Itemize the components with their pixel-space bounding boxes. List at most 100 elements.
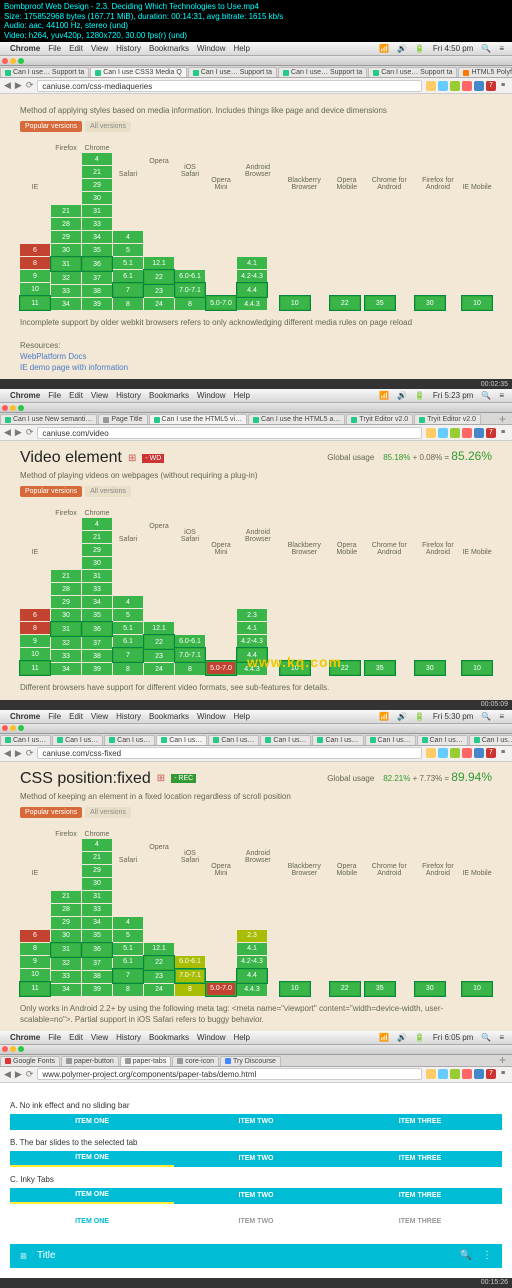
version-cell[interactable]: 6 [20, 244, 50, 256]
ext-icon[interactable] [426, 81, 436, 91]
hamburger-icon[interactable]: ≡ [498, 81, 508, 91]
clock[interactable]: Fri 5:30 pm [433, 712, 473, 721]
browser-tab[interactable]: Can I us… [0, 735, 51, 745]
url-input[interactable]: www.polymer-project.org/components/paper… [37, 1068, 422, 1080]
version-cell[interactable]: 4.4 [237, 648, 267, 662]
app-name[interactable]: Chrome [10, 712, 40, 721]
forward-icon[interactable]: ▶ [15, 748, 22, 759]
version-cell[interactable]: 38 [82, 971, 112, 983]
version-cell[interactable]: 4.1 [237, 622, 267, 634]
version-cell[interactable]: 11 [20, 982, 50, 996]
reload-icon[interactable]: ⟳ [26, 1069, 34, 1080]
version-cell[interactable]: 31 [82, 891, 112, 903]
version-cell[interactable]: 21 [82, 852, 112, 864]
browser-tab[interactable]: Can I us… [208, 735, 259, 745]
version-cell[interactable]: 8 [20, 622, 50, 634]
version-cell[interactable]: 24 [144, 298, 174, 310]
all-versions-button[interactable]: All versions [85, 121, 131, 132]
version-cell[interactable]: 5 [113, 930, 143, 942]
version-cell[interactable]: 10 [462, 296, 492, 310]
version-cell[interactable]: 7 [113, 969, 143, 983]
version-cell[interactable]: 22 [144, 956, 174, 970]
version-cell[interactable]: 31 [82, 570, 112, 582]
resource-link[interactable]: IE demo page with information [20, 362, 492, 373]
forward-icon[interactable]: ▶ [15, 1069, 22, 1080]
version-cell[interactable]: 6.0-6.1 [175, 635, 205, 647]
version-cell[interactable]: 30 [51, 244, 81, 256]
version-cell[interactable]: 4 [82, 518, 112, 530]
version-cell[interactable]: 4 [113, 917, 143, 929]
version-cell[interactable]: 29 [82, 865, 112, 877]
version-cell[interactable]: 32 [51, 272, 81, 284]
version-cell[interactable]: 35 [82, 244, 112, 256]
version-cell[interactable]: 12.1 [144, 257, 174, 269]
version-cell[interactable]: 38 [82, 285, 112, 297]
paper-tab[interactable]: ITEM TWO [174, 1214, 338, 1230]
version-cell[interactable]: 24 [144, 663, 174, 675]
resource-link[interactable]: WebPlatform Docs [20, 351, 492, 362]
all-versions-button[interactable]: All versions [85, 486, 131, 497]
version-cell[interactable]: 22 [144, 635, 174, 649]
version-cell[interactable]: 10 [462, 661, 492, 675]
browser-tab[interactable]: Tryit Editor v2.0 [414, 414, 481, 424]
version-cell[interactable]: 28 [51, 218, 81, 230]
version-cell[interactable]: 34 [51, 663, 81, 675]
version-cell[interactable]: 30 [415, 296, 445, 310]
version-cell[interactable]: 4.4.3 [237, 298, 267, 310]
version-cell[interactable]: 22 [330, 296, 360, 310]
link-icon[interactable]: ⊞ [157, 773, 165, 784]
version-cell[interactable]: 8 [20, 943, 50, 955]
version-cell[interactable]: 5 [113, 609, 143, 621]
version-cell[interactable]: 9 [20, 270, 50, 282]
new-tab-button[interactable]: + [493, 413, 512, 425]
version-cell[interactable]: 36 [82, 943, 112, 957]
browser-tab[interactable]: Can I us… [365, 735, 416, 745]
browser-tab[interactable]: Google Fonts [0, 1056, 60, 1066]
reload-icon[interactable]: ⟳ [26, 748, 34, 759]
forward-icon[interactable]: ▶ [15, 80, 22, 91]
version-cell[interactable]: 35 [82, 609, 112, 621]
app-name[interactable]: Chrome [10, 391, 40, 400]
app-name[interactable]: Chrome [10, 44, 40, 53]
paper-tab[interactable]: ITEM THREE [338, 1114, 502, 1130]
menu-view[interactable]: View [91, 44, 108, 53]
version-cell[interactable]: 12.1 [144, 943, 174, 955]
version-cell[interactable]: 4 [113, 231, 143, 243]
clock[interactable]: Fri 5:23 pm [433, 391, 473, 400]
url-input[interactable]: caniuse.com/video [37, 427, 422, 439]
version-cell[interactable]: 30 [51, 609, 81, 621]
version-cell[interactable]: 33 [82, 583, 112, 595]
browser-tab[interactable]: Page Title [98, 414, 147, 424]
version-cell[interactable]: 30 [82, 192, 112, 204]
wifi-icon[interactable]: 📶 [379, 44, 389, 53]
version-cell[interactable]: 4 [82, 153, 112, 165]
version-cell[interactable]: 30 [82, 557, 112, 569]
version-cell[interactable]: 4.1 [237, 943, 267, 955]
version-cell[interactable]: 35 [365, 982, 395, 996]
version-cell[interactable]: 39 [82, 984, 112, 996]
browser-tab[interactable]: Can I us… [417, 735, 468, 745]
version-cell[interactable]: 5.1 [113, 257, 143, 269]
version-cell[interactable]: 7.0-7.1 [175, 283, 205, 297]
version-cell[interactable]: 5.1 [113, 943, 143, 955]
new-tab-button[interactable]: + [493, 1055, 512, 1067]
browser-tab[interactable]: Can I us… [104, 735, 155, 745]
version-cell[interactable]: 34 [51, 298, 81, 310]
version-cell[interactable]: 8 [20, 257, 50, 269]
paper-tab[interactable]: ITEM TWO [174, 1188, 338, 1204]
browser-tab[interactable]: Tryit Editor v2.0 [346, 414, 413, 424]
version-cell[interactable]: 35 [365, 296, 395, 310]
version-cell[interactable]: 21 [82, 166, 112, 178]
version-cell[interactable]: 23 [144, 650, 174, 662]
forward-icon[interactable]: ▶ [15, 427, 22, 438]
back-icon[interactable]: ◀ [4, 1069, 11, 1080]
version-cell[interactable]: 11 [20, 296, 50, 310]
search-icon[interactable]: 🔍 [460, 1250, 472, 1261]
version-cell[interactable]: 24 [144, 984, 174, 996]
browser-tab[interactable]: paper-tabs [120, 1056, 171, 1066]
browser-tab[interactable]: Can I use New semanti… [0, 414, 97, 424]
menu-window[interactable]: Window [197, 391, 225, 400]
version-cell[interactable]: 22 [144, 270, 174, 284]
browser-tab[interactable]: HTML5 Polyfills [458, 67, 512, 77]
all-versions-button[interactable]: All versions [85, 807, 131, 818]
